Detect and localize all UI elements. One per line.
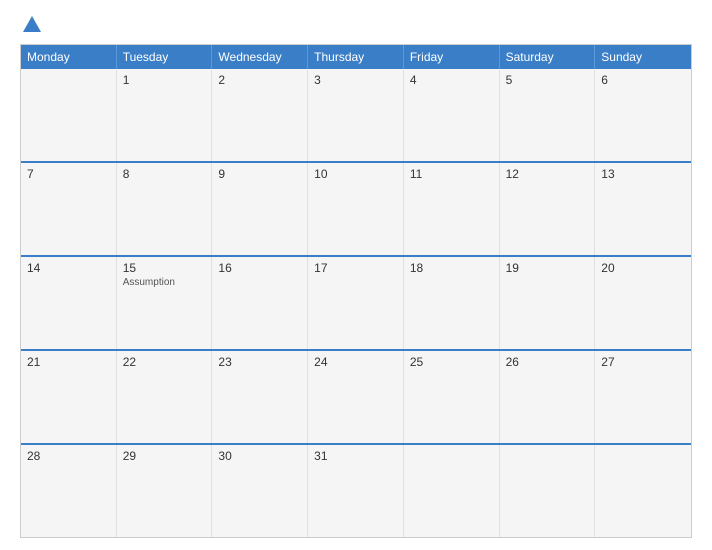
header-day-monday: Monday [21, 45, 117, 69]
calendar-cell: 18 [404, 257, 500, 349]
calendar-cell: 31 [308, 445, 404, 537]
day-number: 26 [506, 355, 589, 369]
day-number: 21 [27, 355, 110, 369]
calendar-cell: 9 [212, 163, 308, 255]
day-number: 24 [314, 355, 397, 369]
calendar-grid: MondayTuesdayWednesdayThursdayFridaySatu… [20, 44, 692, 538]
calendar-cell: 20 [595, 257, 691, 349]
calendar-cell: 15 Assumption [117, 257, 213, 349]
header-day-friday: Friday [404, 45, 500, 69]
calendar-week-4: 21 22 23 24 25 26 27 [21, 349, 691, 443]
day-number: 2 [218, 73, 301, 87]
calendar-week-2: 789 10 11 12 13 [21, 161, 691, 255]
calendar-cell: 26 [500, 351, 596, 443]
calendar-cell: 14 [21, 257, 117, 349]
day-number: 29 [123, 449, 206, 463]
day-number: 19 [506, 261, 589, 275]
calendar-cell: 2 [212, 69, 308, 161]
calendar-cell: 24 [308, 351, 404, 443]
calendar-cell: 11 [404, 163, 500, 255]
calendar-cell: 21 [21, 351, 117, 443]
day-number: 12 [506, 167, 589, 181]
day-number: 7 [27, 167, 110, 181]
calendar-cell: 12 [500, 163, 596, 255]
logo-triangle-icon [23, 16, 41, 32]
calendar-cell: 23 [212, 351, 308, 443]
calendar-cell [500, 445, 596, 537]
calendar-cell: 7 [21, 163, 117, 255]
day-number: 31 [314, 449, 397, 463]
day-number: 16 [218, 261, 301, 275]
day-number: 8 [123, 167, 206, 181]
calendar-cell: 27 [595, 351, 691, 443]
day-number: 1 [123, 73, 206, 87]
calendar-cell: 19 [500, 257, 596, 349]
event-label: Assumption [123, 277, 206, 288]
calendar-cell: 29 [117, 445, 213, 537]
calendar-week-1: 123456 [21, 69, 691, 161]
day-number: 30 [218, 449, 301, 463]
header-day-tuesday: Tuesday [117, 45, 213, 69]
calendar-cell: 17 [308, 257, 404, 349]
calendar-cell: 30 [212, 445, 308, 537]
calendar-cell: 3 [308, 69, 404, 161]
day-number: 27 [601, 355, 685, 369]
day-number: 6 [601, 73, 685, 87]
header [20, 16, 692, 34]
calendar-cell: 16 [212, 257, 308, 349]
calendar-cell: 5 [500, 69, 596, 161]
calendar-cell [21, 69, 117, 161]
day-number: 20 [601, 261, 685, 275]
day-number: 14 [27, 261, 110, 275]
header-day-sunday: Sunday [595, 45, 691, 69]
calendar-cell: 25 [404, 351, 500, 443]
calendar-cell [404, 445, 500, 537]
calendar-cell: 28 [21, 445, 117, 537]
calendar-week-5: 28 29 30 31 [21, 443, 691, 537]
day-number: 18 [410, 261, 493, 275]
calendar-cell: 10 [308, 163, 404, 255]
calendar-cell [595, 445, 691, 537]
logo [20, 16, 41, 34]
calendar-cell: 8 [117, 163, 213, 255]
calendar-cell: 6 [595, 69, 691, 161]
day-number: 9 [218, 167, 301, 181]
day-number: 28 [27, 449, 110, 463]
day-number: 17 [314, 261, 397, 275]
day-number: 25 [410, 355, 493, 369]
header-day-saturday: Saturday [500, 45, 596, 69]
calendar-header: MondayTuesdayWednesdayThursdayFridaySatu… [21, 45, 691, 69]
calendar-cell: 1 [117, 69, 213, 161]
day-number: 22 [123, 355, 206, 369]
calendar-cell: 13 [595, 163, 691, 255]
day-number: 23 [218, 355, 301, 369]
day-number: 4 [410, 73, 493, 87]
calendar-cell: 22 [117, 351, 213, 443]
day-number: 5 [506, 73, 589, 87]
calendar-page: MondayTuesdayWednesdayThursdayFridaySatu… [0, 0, 712, 550]
day-number: 10 [314, 167, 397, 181]
day-number: 15 [123, 261, 206, 275]
day-number: 3 [314, 73, 397, 87]
calendar-body: 123456789101112131415Assumption161718192… [21, 69, 691, 537]
calendar-cell: 4 [404, 69, 500, 161]
calendar-week-3: 14 15 Assumption 16 17 18 19 20 [21, 255, 691, 349]
day-number: 11 [410, 167, 493, 181]
header-day-wednesday: Wednesday [212, 45, 308, 69]
header-day-thursday: Thursday [308, 45, 404, 69]
day-number: 13 [601, 167, 685, 181]
